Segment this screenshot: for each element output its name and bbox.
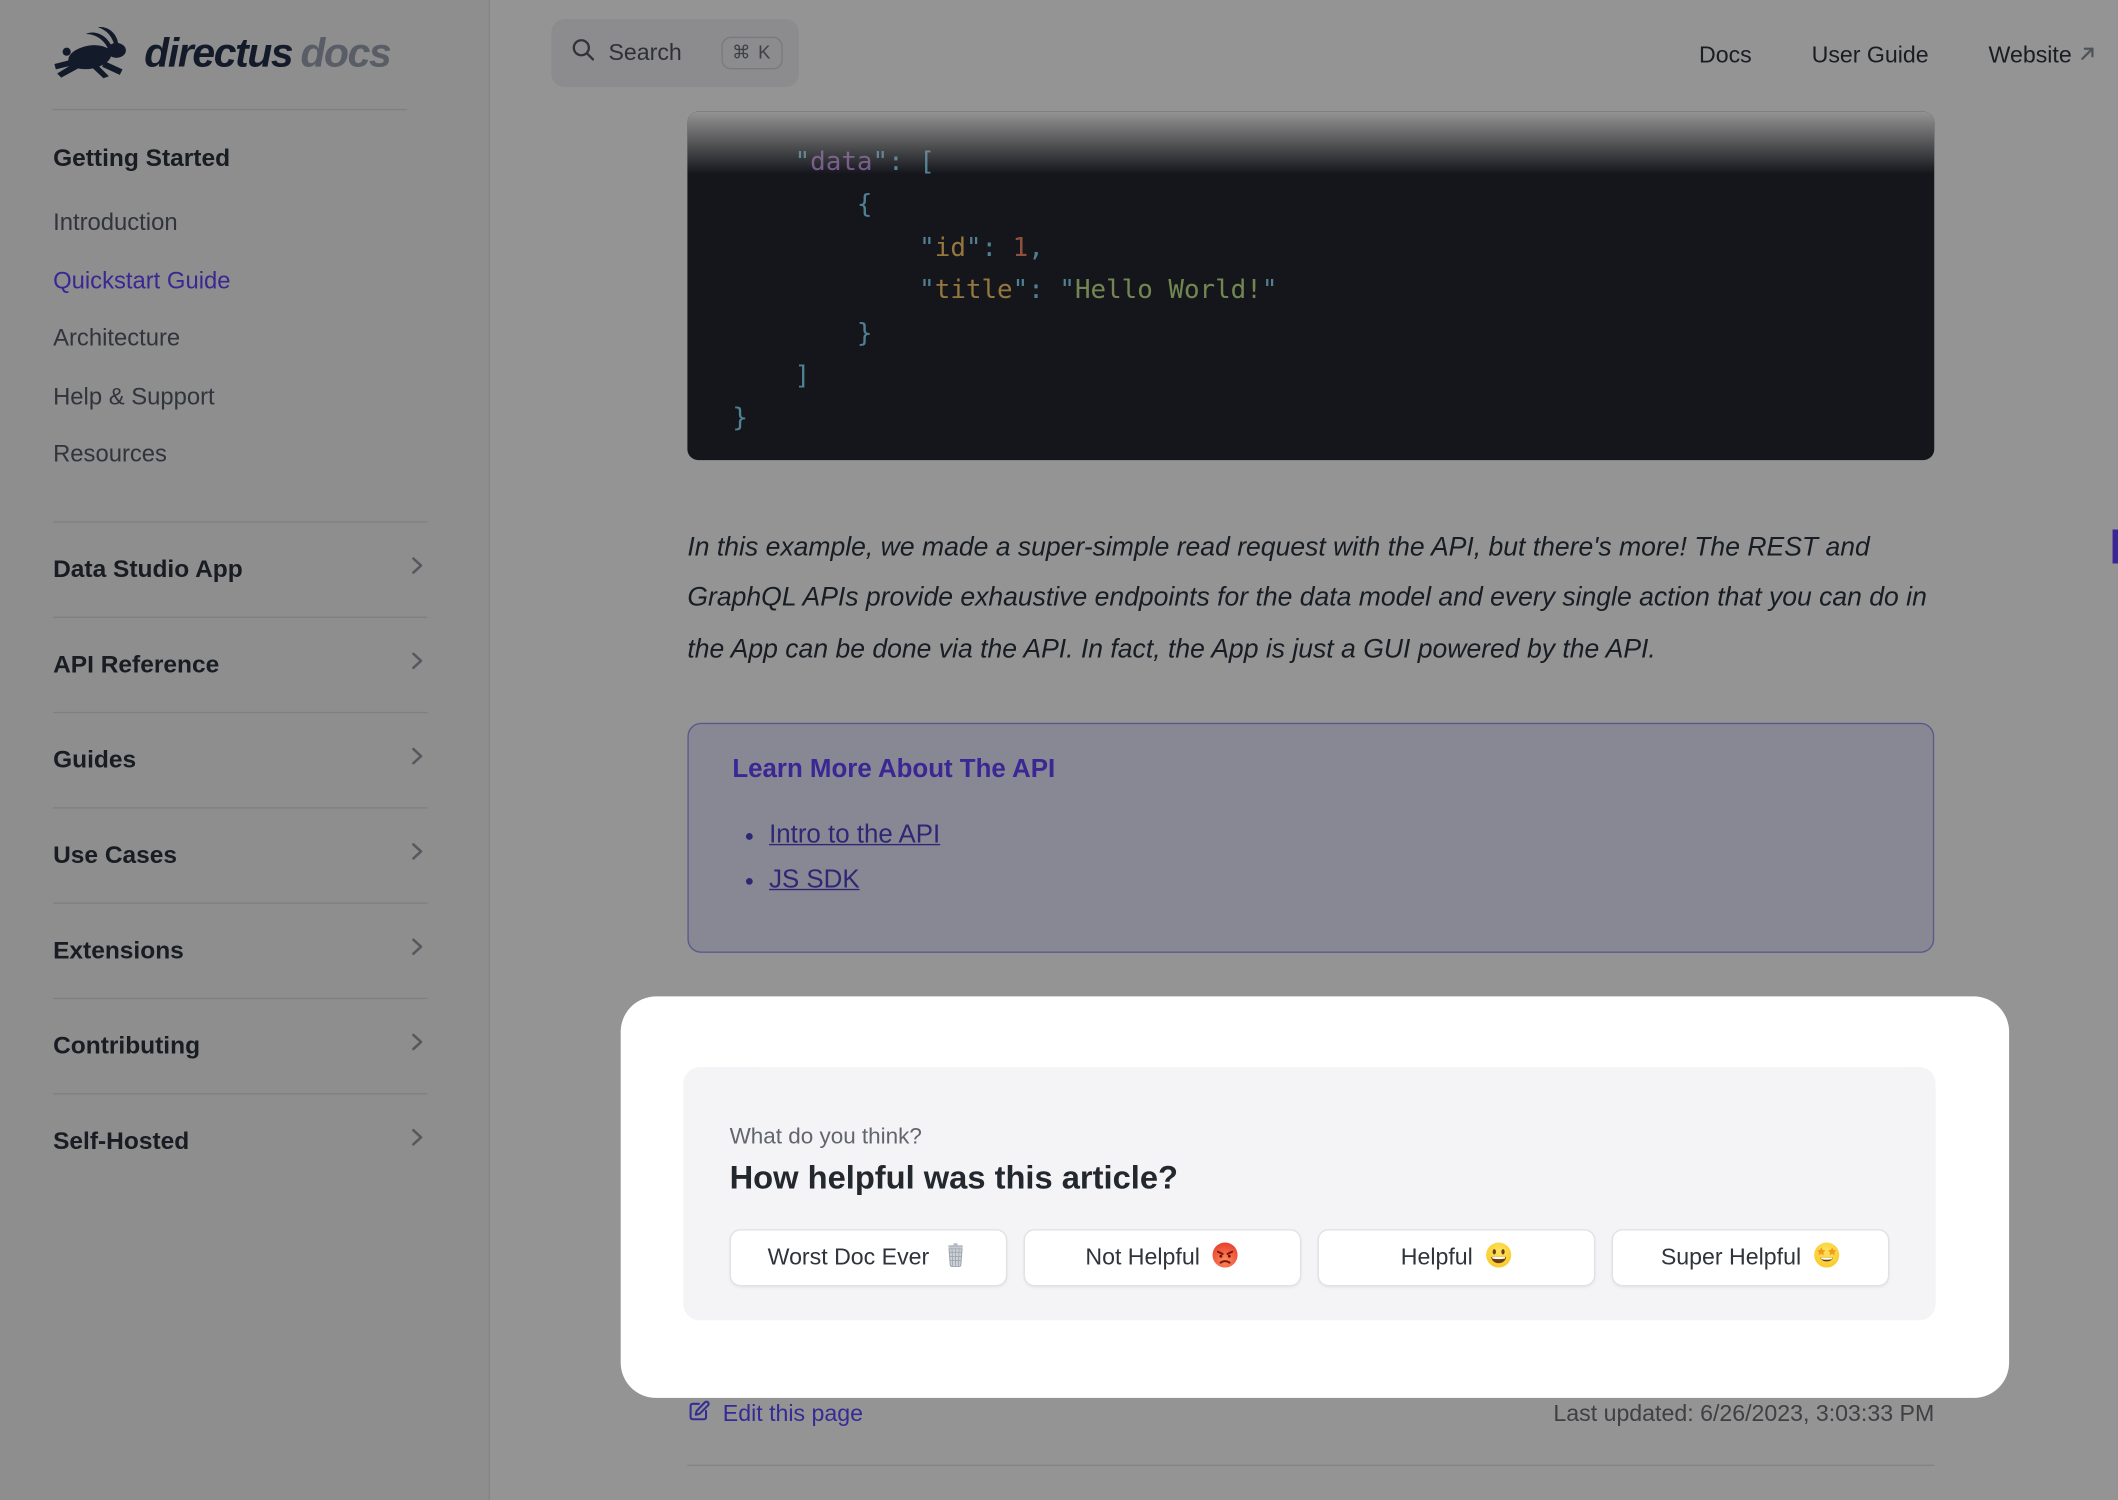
angry-face-emoji-icon: [1212, 1241, 1239, 1275]
super-helpful-button[interactable]: Super Helpful: [1612, 1229, 1890, 1287]
button-label: Not Helpful: [1085, 1244, 1200, 1270]
not-helpful-button[interactable]: Not Helpful: [1023, 1229, 1301, 1287]
feedback-kicker: What do you think?: [729, 1124, 922, 1149]
grinning-face-emoji-icon: [1485, 1241, 1512, 1275]
helpful-button[interactable]: Helpful: [1317, 1229, 1596, 1287]
feedback-buttons: Worst Doc Ever Not Helpful Helpful Super…: [729, 1229, 1890, 1287]
star-struck-emoji-icon: [1813, 1241, 1840, 1275]
wastebasket-emoji-icon: [941, 1241, 968, 1275]
worst-doc-ever-button[interactable]: Worst Doc Ever: [729, 1229, 1007, 1287]
button-label: Super Helpful: [1660, 1244, 1802, 1270]
feedback-card: What do you think? How helpful was this …: [683, 1067, 1936, 1321]
button-label: Worst Doc Ever: [767, 1244, 930, 1270]
button-label: Helpful: [1400, 1244, 1473, 1270]
page: directus docs Getting Started Introductio…: [0, 0, 2118, 1500]
feedback-spotlight: What do you think? How helpful was this …: [620, 996, 2010, 1398]
feedback-title: How helpful was this article?: [729, 1159, 1178, 1197]
